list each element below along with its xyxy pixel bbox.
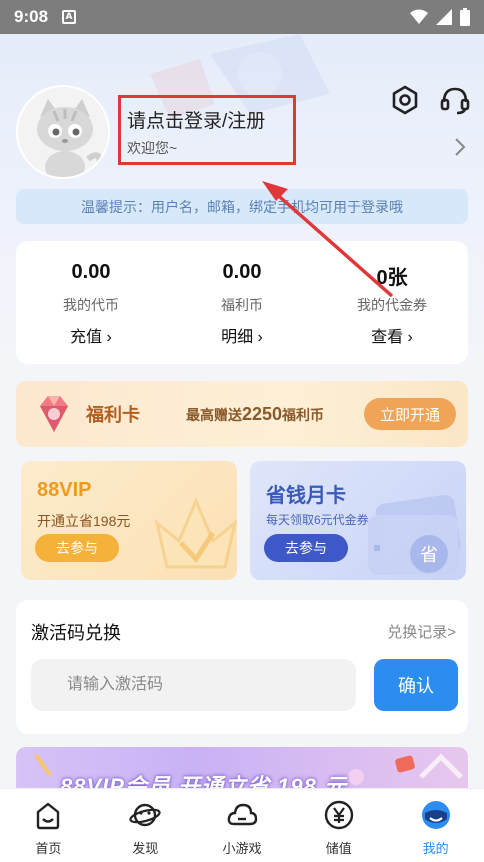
status-time: 9:08	[14, 7, 49, 26]
avatar[interactable]	[16, 85, 110, 179]
redeem-history-link[interactable]: 兑换记录>	[387, 621, 456, 642]
recharge-link[interactable]: 充值 ›	[16, 323, 166, 347]
cat-avatar-icon	[18, 87, 108, 177]
savings-month-card[interactable]: 省 省钱月卡 每天领取6元代金券 去参与	[250, 461, 466, 580]
activation-code-input[interactable]	[31, 659, 356, 711]
tab-home-label: 首页	[35, 841, 62, 856]
profile-header: 请点击登录/注册 欢迎您~	[0, 80, 484, 190]
tokens-label: 我的代币	[63, 297, 119, 313]
month-card-title: 省钱月卡	[266, 485, 346, 507]
customer-service-headset-icon[interactable]	[440, 85, 470, 115]
notification-app-icon: A	[62, 10, 77, 24]
welfare-card-name: 福利卡	[86, 405, 140, 425]
vip-join-button[interactable]: 去参与	[35, 534, 119, 562]
welfare-coins-label: 福利币	[221, 297, 263, 313]
settings-hexagon-icon[interactable]	[391, 85, 419, 115]
tab-discover[interactable]: 发现	[97, 789, 194, 862]
planet-icon	[129, 803, 161, 827]
welfare-card-banner[interactable]: 福利卡 最高赠送2250福利币 立即开通	[16, 381, 468, 447]
cloud-icon	[227, 803, 258, 826]
profile-face-icon	[421, 801, 450, 829]
tab-mini-games[interactable]: 小游戏	[194, 789, 291, 862]
wallet-panel: 0.00 我的代币 充值 › 0.00 福利币 明细 › 0张 我的代金券 查看…	[16, 241, 468, 364]
confirm-button[interactable]: 确认	[374, 659, 458, 711]
vip-card-title: 88VIP	[37, 479, 92, 501]
vouchers-label: 我的代金券	[357, 297, 427, 313]
tab-mini-games-label: 小游戏	[222, 841, 262, 856]
tokens-value: 0.00	[71, 261, 111, 283]
bottom-tab-bar: 首页 发现 小游戏 储值 我的	[0, 788, 484, 862]
redeem-title: 激活码兑换	[31, 623, 121, 643]
home-icon	[37, 802, 60, 830]
battery-icon	[460, 8, 470, 26]
month-card-join-button[interactable]: 去参与	[264, 534, 348, 562]
diamond-gem-icon	[40, 396, 68, 432]
tab-discover-label: 发现	[132, 841, 159, 856]
wallet-tokens: 0.00 我的代币 充值 ›	[16, 241, 166, 364]
activate-now-button[interactable]: 立即开通	[364, 398, 456, 430]
welfare-desc-amount: 2250	[242, 404, 283, 424]
welfare-desc-suffix: 福利币	[282, 407, 325, 423]
welfare-coins-value: 0.00	[222, 261, 262, 283]
crown-icon	[154, 497, 237, 569]
view-vouchers-link[interactable]: 查看 ›	[317, 323, 467, 347]
login-title: 请点击登录/注册	[127, 111, 266, 132]
month-card-subtitle: 每天领取6元代金券	[266, 513, 369, 527]
savings-badge: 省	[410, 535, 448, 573]
signal-icon	[436, 9, 452, 25]
vouchers-value: 0张	[376, 267, 408, 289]
tab-top-up-label: 储值	[325, 841, 352, 856]
login-tip-bar: 温馨提示：用户名，邮箱，绑定手机均可用于登录哦	[16, 189, 468, 224]
details-link[interactable]: 明细 ›	[167, 323, 317, 347]
chevron-right-icon[interactable]	[454, 137, 466, 157]
welfare-desc-prefix: 最高赠送	[186, 407, 242, 423]
tab-me-label: 我的	[422, 841, 449, 856]
activation-code-panel: 激活码兑换 兑换记录> 确认	[16, 600, 468, 734]
wifi-icon	[410, 9, 428, 24]
welcome-text: 欢迎您~	[127, 140, 178, 156]
login-register-prompt[interactable]: 请点击登录/注册 欢迎您~	[118, 95, 296, 165]
tab-top-up[interactable]: 储值	[290, 789, 387, 862]
profile-page: 9:08 A 请点击登录/注册 欢迎您~ 温馨提示：用户名，邮箱，绑定手机均可用…	[0, 0, 484, 862]
status-indicators	[410, 8, 470, 26]
status-bar: 9:08 A	[0, 0, 484, 34]
wallet-welfare-coins: 0.00 福利币 明细 ›	[167, 241, 317, 364]
vip-card-subtitle: 开通立省198元	[37, 513, 131, 529]
yen-coin-icon	[324, 800, 353, 830]
vip-card[interactable]: 88VIP 开通立省198元 去参与	[21, 461, 237, 580]
tab-home[interactable]: 首页	[0, 789, 97, 862]
wallet-vouchers: 0张 我的代金券 查看 ›	[317, 241, 467, 364]
welfare-card-desc: 最高赠送2250福利币	[186, 404, 324, 425]
tab-me[interactable]: 我的	[387, 789, 484, 862]
